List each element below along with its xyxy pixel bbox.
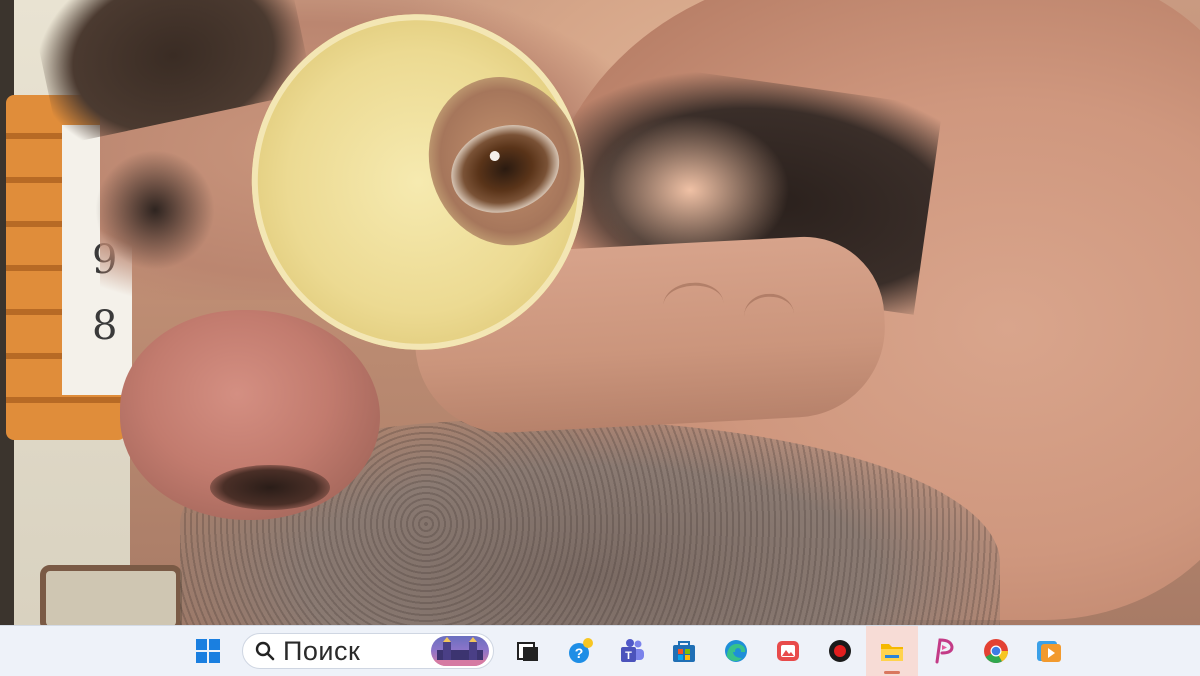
search-box[interactable]: Поиск xyxy=(242,633,494,669)
taskbar: Поиск ? T xyxy=(0,625,1200,676)
taskbar-edge[interactable] xyxy=(710,626,762,676)
search-icon xyxy=(255,641,275,661)
start-button[interactable] xyxy=(182,626,234,676)
play-p-icon xyxy=(935,638,954,664)
taskbar-chrome[interactable] xyxy=(970,626,1022,676)
knuckle-crease xyxy=(743,292,796,339)
taskbar-recorder[interactable] xyxy=(814,626,866,676)
folder-icon xyxy=(881,644,903,661)
video-player-icon xyxy=(1037,641,1061,662)
landmark-icon xyxy=(431,637,489,666)
knuckle-crease xyxy=(662,281,725,328)
taskbar-file-explorer[interactable] xyxy=(866,626,918,676)
face-left-eye xyxy=(95,150,215,270)
taskbar-media-app[interactable] xyxy=(918,626,970,676)
teams-icon: T xyxy=(621,639,644,662)
clock-number-8: 8 xyxy=(92,303,118,349)
taskbar-apps: Поиск ? T xyxy=(182,626,1074,676)
eye-through-tube xyxy=(439,111,571,227)
help-icon: ? xyxy=(569,638,593,663)
taskbar-help[interactable]: ? xyxy=(554,626,606,676)
search-placeholder: Поиск xyxy=(283,635,361,666)
search-highlight-image xyxy=(431,636,489,666)
nostril xyxy=(210,465,330,510)
taskbar-store[interactable] xyxy=(658,626,710,676)
chrome-icon xyxy=(984,639,1008,664)
windows-start-icon xyxy=(196,639,220,663)
photos-icon xyxy=(777,641,799,661)
microsoft-store-icon xyxy=(673,641,695,662)
taskbar-teams[interactable]: T xyxy=(606,626,658,676)
record-icon xyxy=(829,640,851,662)
taskbar-task-view[interactable] xyxy=(502,626,554,676)
edge-browser-icon xyxy=(725,640,747,662)
desktop-wallpaper-photo: 9 8 xyxy=(0,0,1200,625)
taskbar-video-player[interactable] xyxy=(1022,626,1074,676)
drawer-handle xyxy=(40,565,182,625)
task-view-icon xyxy=(517,642,538,661)
svg-text:T: T xyxy=(625,650,632,662)
taskbar-photos[interactable] xyxy=(762,626,814,676)
svg-text:?: ? xyxy=(575,645,584,661)
